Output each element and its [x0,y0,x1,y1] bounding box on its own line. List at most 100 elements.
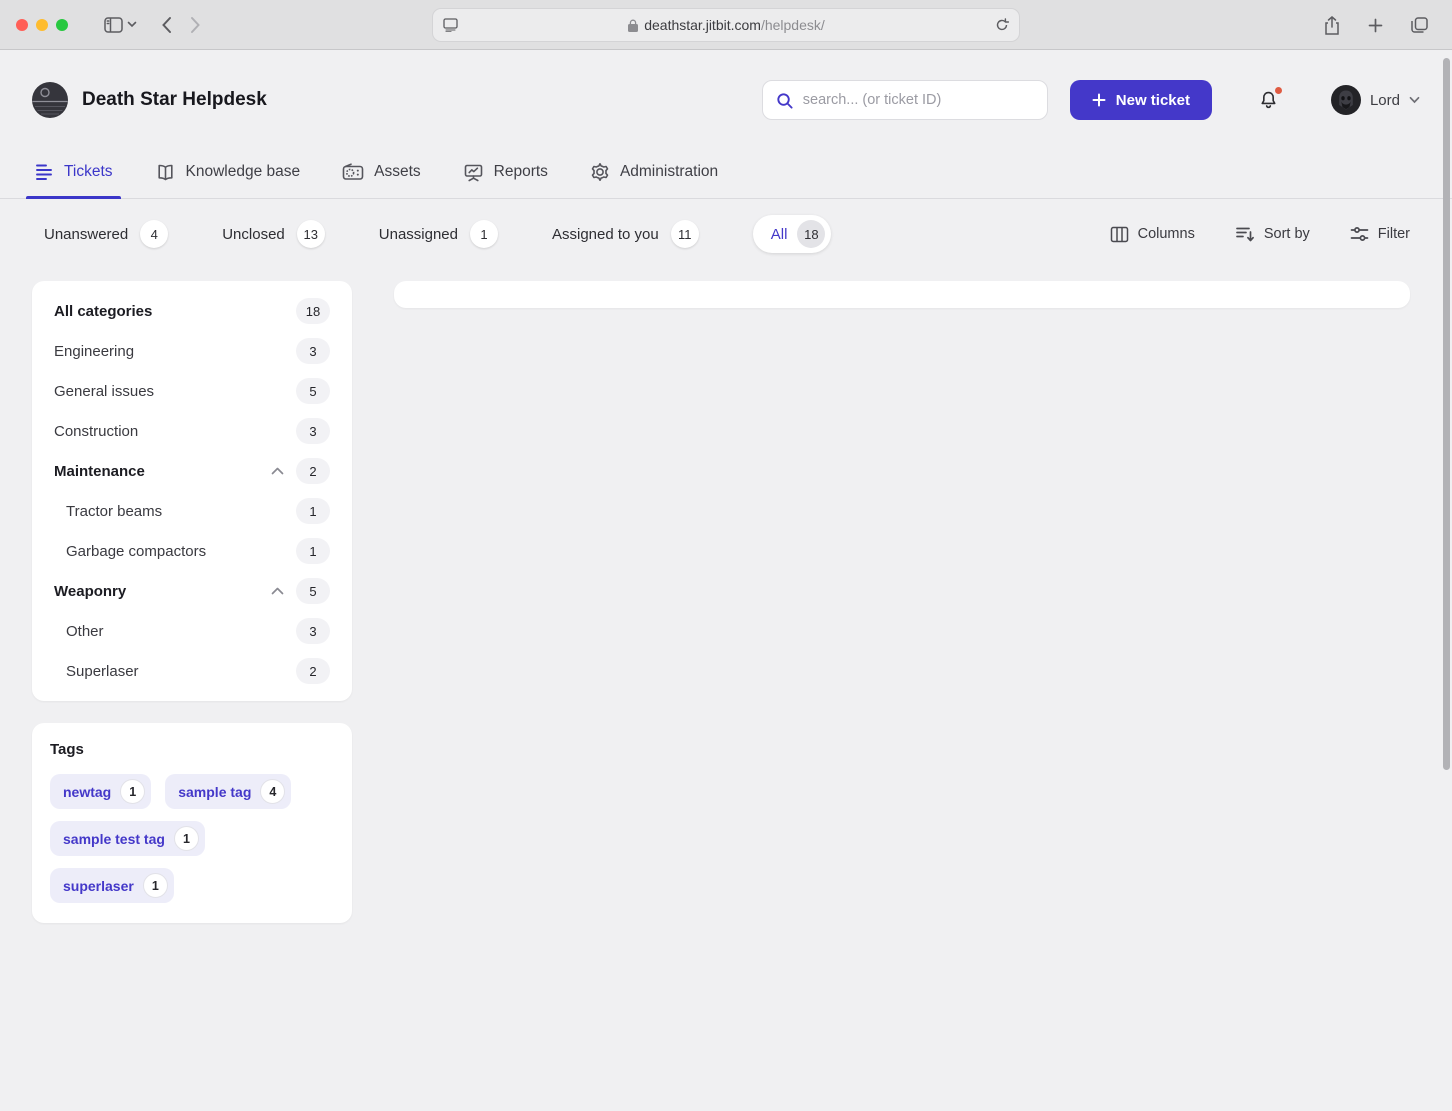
category-label: Superlaser [66,662,139,680]
chevron-up-icon[interactable] [271,587,284,595]
search-icon [775,91,794,110]
category-label: Weaponry [54,582,127,600]
filter-tab-count: 4 [140,220,169,248]
category-count: 3 [296,338,330,364]
tag-count: 1 [173,826,199,851]
category-label: All categories [54,302,153,320]
categories-panel: All categories 18 Engineering 3 General issu… [32,281,352,701]
tags-panel: Tags newtag 1 sample tag 4 sample test tag 1 s… [32,723,352,923]
tab-knowledge-base[interactable]: Knowledge base [153,150,303,198]
sidebar-item-superlaser[interactable]: Superlaser 2 [46,651,338,691]
category-label: Tractor beams [66,502,163,520]
sidebar-toggle-icon[interactable] [104,16,123,33]
tag-label: sample test tag [63,830,165,847]
filter-tab-label: Unclosed [222,225,285,243]
assets-icon [342,163,364,181]
sort-icon [1235,226,1255,243]
death-star-logo [32,82,68,118]
window-controls [16,18,68,31]
page-title: Death Star Helpdesk [82,89,267,110]
minimize-window-button[interactable] [36,18,48,31]
sidebar-item-tractor-beams[interactable]: Tractor beams 1 [46,491,338,531]
category-label: Engineering [54,342,135,360]
sort-by-button[interactable]: Sort by [1235,226,1310,243]
filter-tab-label: Unassigned [378,225,458,243]
filter-tab-label: All [770,225,788,243]
filter-tab-label: Unanswered [44,225,129,243]
tag-newtag[interactable]: newtag 1 [50,774,152,809]
filter-tab-count: 18 [797,220,826,248]
chevron-up-icon[interactable] [271,467,284,475]
chevron-down-icon [1409,96,1420,104]
reload-icon[interactable] [995,18,1009,32]
category-label: Maintenance [54,462,145,480]
tag-label: superlaser [63,877,134,894]
sidebar-item-other[interactable]: Other 3 [46,611,338,651]
user-menu[interactable]: Lord [1330,85,1420,115]
notifications-button[interactable] [1258,87,1282,111]
tag-count: 1 [120,779,146,804]
zoom-window-button[interactable] [56,18,68,31]
main-nav: Tickets Knowledge base Assets Reports Admini… [0,150,1452,199]
tickets-icon [34,163,54,181]
category-count: 3 [296,618,330,644]
tab-administration[interactable]: Administration [588,150,720,198]
close-window-button[interactable] [16,18,28,31]
filter-tab-unassigned[interactable]: Unassigned 1 [379,220,498,248]
search-box[interactable] [761,80,1048,120]
filter-tab-unanswered[interactable]: Unanswered 4 [44,220,169,248]
filter-tab-assigned-to-you[interactable]: Assigned to you 11 [552,220,699,248]
share-icon[interactable] [1324,15,1340,35]
category-count: 18 [296,298,330,324]
new-tab-icon[interactable] [1368,18,1383,33]
sidebar-item-garbage-compactors[interactable]: Garbage compactors 1 [46,531,338,571]
url-text: deathstar.jitbit.com/helpdesk/ [458,17,995,33]
nav-tab-label: Knowledge base [185,163,301,180]
category-label: Garbage compactors [66,542,207,560]
notification-badge [1274,87,1282,94]
sidebar-item-weaponry[interactable]: Weaponry 5 [46,571,338,611]
ticket-filter-tabs: Unanswered 4 Unclosed 13 Unassigned 1 Assigned… [44,215,832,253]
filter-row: Unanswered 4 Unclosed 13 Unassigned 1 Assigned… [0,199,1452,267]
page-scrollbar[interactable] [1443,58,1450,770]
filter-tab-count: 1 [469,220,498,248]
gear-icon [590,162,610,182]
sidebar-item-all-categories[interactable]: All categories 18 [46,291,338,331]
filter-tab-unclosed[interactable]: Unclosed 13 [222,220,325,248]
address-bar[interactable]: deathstar.jitbit.com/helpdesk/ [432,8,1020,42]
tag-label: sample tag [178,783,252,800]
tag-sample-tag[interactable]: sample tag 4 [165,774,292,809]
filter-tab-count: 13 [296,220,325,248]
reader-mode-icon[interactable] [443,18,458,32]
search-input[interactable] [802,92,1035,108]
tab-tickets[interactable]: Tickets [26,150,120,199]
tag-count: 1 [142,873,168,898]
sidebar-item-general-issues[interactable]: General issues 5 [46,371,338,411]
sidebar-item-engineering[interactable]: Engineering 3 [46,331,338,371]
tab-overview-icon[interactable] [1411,17,1428,33]
filter-tab-all[interactable]: All 18 [752,215,832,253]
new-ticket-button[interactable]: New ticket [1069,80,1212,120]
back-button[interactable] [161,16,172,34]
category-label: General issues [54,382,155,400]
tag-superlaser[interactable]: superlaser 1 [50,868,174,903]
sidebar-item-maintenance[interactable]: Maintenance 2 [46,451,338,491]
tab-reports[interactable]: Reports [461,150,550,198]
forward-button[interactable] [190,16,201,34]
columns-button[interactable]: Columns [1110,226,1195,243]
sidebar-item-construction[interactable]: Construction 3 [46,411,338,451]
category-count: 5 [296,378,330,404]
filter-tab-count: 11 [670,220,699,248]
user-name: Lord [1369,91,1400,109]
toolbar-button-label: Columns [1137,226,1195,242]
filter-icon [1350,226,1369,242]
nav-tab-label: Administration [619,163,719,180]
tag-sample-test-tag[interactable]: sample test tag 1 [50,821,205,856]
tab-assets[interactable]: Assets [340,150,423,198]
filter-button[interactable]: Filter [1350,226,1410,242]
tickets-table [394,281,1410,308]
content: All categories 18 Engineering 3 General issu… [0,267,1452,923]
sidebar: All categories 18 Engineering 3 General issu… [32,281,352,923]
sidebar-chevron-icon[interactable] [127,21,137,28]
category-count: 2 [296,658,330,684]
